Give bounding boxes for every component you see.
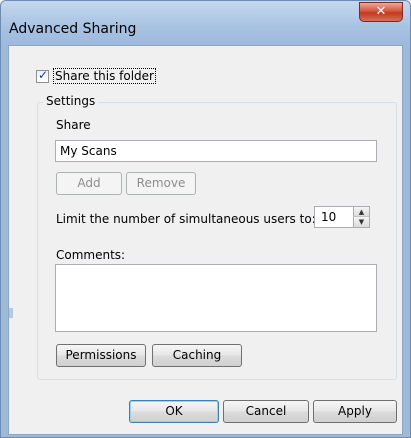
left-edge-mark xyxy=(9,308,13,318)
title-bar[interactable]: Advanced Sharing ✕ xyxy=(1,1,410,45)
close-icon: ✕ xyxy=(375,4,387,19)
user-limit-spinner[interactable]: 10 ▲ ▼ xyxy=(314,206,370,228)
settings-legend: Settings xyxy=(43,94,99,108)
user-limit-value: 10 xyxy=(321,210,337,224)
permissions-button[interactable]: Permissions xyxy=(56,344,146,367)
advanced-sharing-window: Advanced Sharing ✕ ✓ Share this folder S… xyxy=(0,0,411,438)
share-folder-checkbox-row[interactable]: ✓ Share this folder xyxy=(36,68,156,84)
ok-button[interactable]: OK xyxy=(129,400,219,423)
checkmark-icon: ✓ xyxy=(38,67,49,82)
limit-users-label: Limit the number of simultaneous users t… xyxy=(56,212,316,226)
dialog-body: ✓ Share this folder Settings Share Add R… xyxy=(8,45,403,435)
add-button[interactable]: Add xyxy=(56,172,122,195)
remove-button[interactable]: Remove xyxy=(126,172,196,195)
down-arrow-icon[interactable]: ▼ xyxy=(353,217,369,227)
share-folder-checkbox[interactable]: ✓ xyxy=(36,67,49,83)
window-title: Advanced Sharing xyxy=(9,21,137,37)
share-name-input[interactable] xyxy=(55,140,377,162)
close-button[interactable]: ✕ xyxy=(359,2,403,22)
comments-textarea[interactable] xyxy=(55,264,377,332)
comments-label: Comments: xyxy=(56,248,126,262)
caching-button[interactable]: Caching xyxy=(152,344,242,367)
cancel-button[interactable]: Cancel xyxy=(223,400,309,423)
share-name-label: Share xyxy=(56,118,91,132)
share-folder-label[interactable]: Share this folder xyxy=(53,68,156,84)
apply-button[interactable]: Apply xyxy=(313,400,397,423)
up-arrow-icon[interactable]: ▲ xyxy=(353,207,369,217)
